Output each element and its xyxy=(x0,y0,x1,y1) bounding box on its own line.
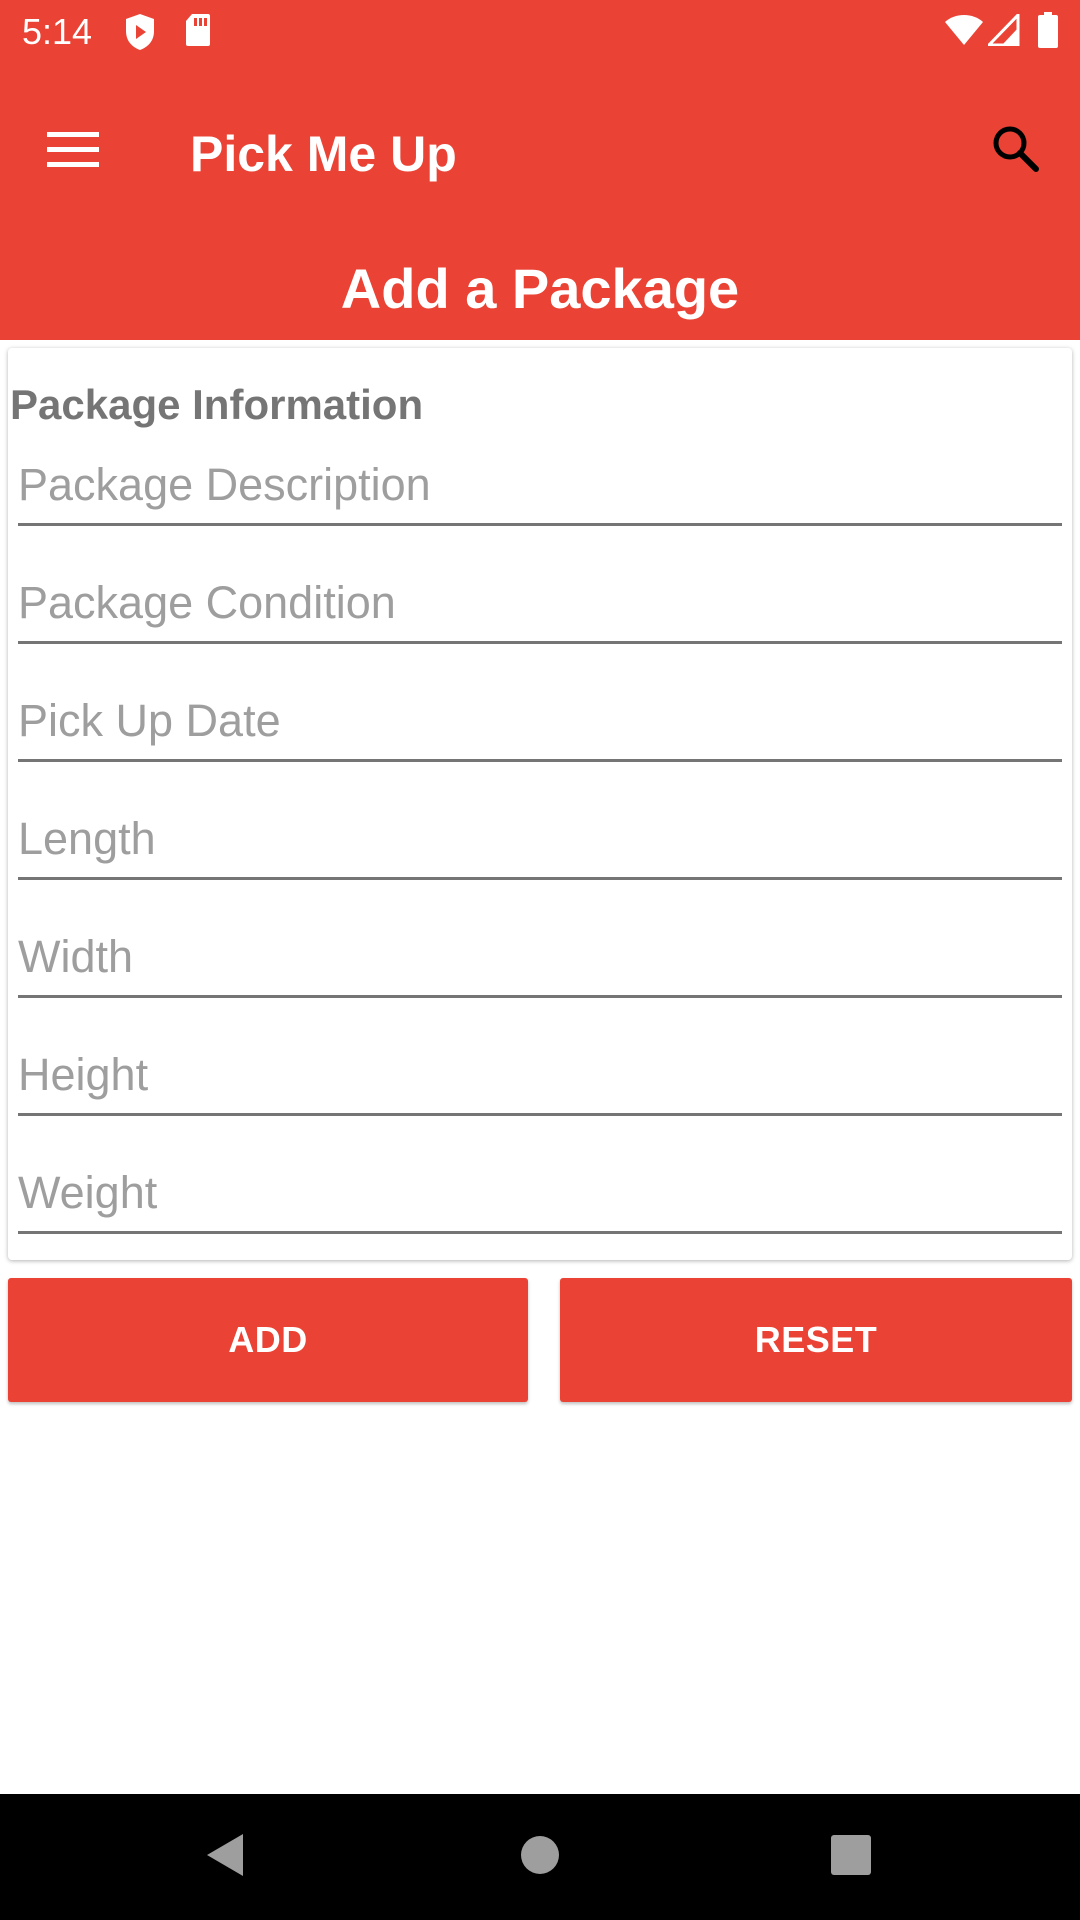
length-input[interactable] xyxy=(18,790,1062,880)
status-bar: 5:14 xyxy=(0,0,1080,63)
recents-button[interactable] xyxy=(806,1812,896,1902)
pick-up-date-field xyxy=(18,672,1062,762)
package-info-card: Package Information xyxy=(8,348,1072,1260)
sd-card-icon xyxy=(184,12,212,53)
weight-input[interactable] xyxy=(18,1144,1062,1234)
weight-field xyxy=(18,1144,1062,1234)
wifi-icon xyxy=(944,14,984,51)
width-input[interactable] xyxy=(18,908,1062,998)
back-button[interactable] xyxy=(180,1812,270,1902)
page-heading: Add a Package xyxy=(340,257,740,320)
package-description-field xyxy=(18,436,1062,526)
package-condition-input[interactable] xyxy=(18,554,1062,644)
height-input[interactable] xyxy=(18,1026,1062,1116)
battery-icon xyxy=(1038,12,1058,53)
home-icon xyxy=(520,1835,560,1880)
system-nav-bar xyxy=(0,1794,1080,1920)
height-field xyxy=(18,1026,1062,1116)
status-time: 5:14 xyxy=(22,11,93,52)
pick-up-date-input[interactable] xyxy=(18,672,1062,762)
length-field xyxy=(18,790,1062,880)
shield-play-icon xyxy=(124,12,156,57)
add-button[interactable]: ADD xyxy=(8,1278,528,1402)
width-field xyxy=(18,908,1062,998)
recents-icon xyxy=(831,1834,871,1880)
hamburger-menu-icon xyxy=(47,131,99,173)
app-toolbar: Pick Me Up Add a Package xyxy=(0,63,1080,340)
home-button[interactable] xyxy=(495,1812,585,1902)
menu-button[interactable] xyxy=(28,107,118,197)
reset-button[interactable]: RESET xyxy=(560,1278,1072,1402)
search-button[interactable] xyxy=(970,105,1060,195)
app-title-container: Pick Me Up xyxy=(190,109,457,199)
package-description-input[interactable] xyxy=(18,436,1062,526)
signal-icon xyxy=(985,11,1020,51)
back-icon xyxy=(203,1832,247,1883)
search-icon xyxy=(991,124,1039,177)
app-title: Pick Me Up xyxy=(190,126,457,182)
section-title: Package Information xyxy=(10,381,424,428)
package-condition-field xyxy=(18,554,1062,644)
